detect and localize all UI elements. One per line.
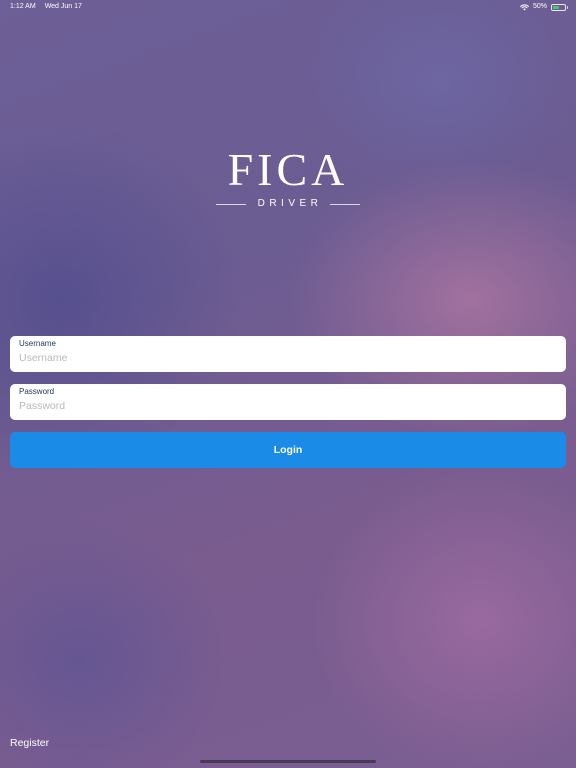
battery-fill bbox=[553, 5, 559, 9]
username-label: Username bbox=[19, 339, 56, 348]
logo-subtitle-row: DRIVER bbox=[0, 197, 576, 211]
logo-subtitle: DRIVER bbox=[257, 198, 323, 209]
logo-title: FICA bbox=[227, 144, 349, 195]
logo-divider-right bbox=[330, 203, 361, 205]
app-logo: FICA DRIVER bbox=[0, 145, 576, 211]
status-time: 1:12 AM bbox=[10, 3, 36, 10]
status-bar: 1:12 AM Wed Jun 17 50% bbox=[0, 0, 576, 14]
home-indicator bbox=[200, 760, 376, 763]
status-date: Wed Jun 17 bbox=[44, 3, 82, 10]
status-bar-right: 50% bbox=[520, 0, 568, 14]
status-bar-left: 1:12 AM Wed Jun 17 bbox=[10, 0, 82, 14]
password-input[interactable] bbox=[19, 400, 557, 412]
register-link[interactable]: Register bbox=[10, 736, 49, 750]
logo-divider-left bbox=[215, 203, 246, 205]
battery-percent: 50% bbox=[532, 3, 547, 10]
username-field[interactable]: Username bbox=[10, 336, 566, 372]
password-label: Password bbox=[19, 387, 55, 396]
password-field[interactable]: Password bbox=[10, 384, 566, 420]
username-input[interactable] bbox=[19, 352, 557, 364]
wifi-icon bbox=[520, 3, 529, 10]
battery-icon bbox=[551, 3, 568, 11]
login-button[interactable]: Login bbox=[10, 432, 566, 468]
